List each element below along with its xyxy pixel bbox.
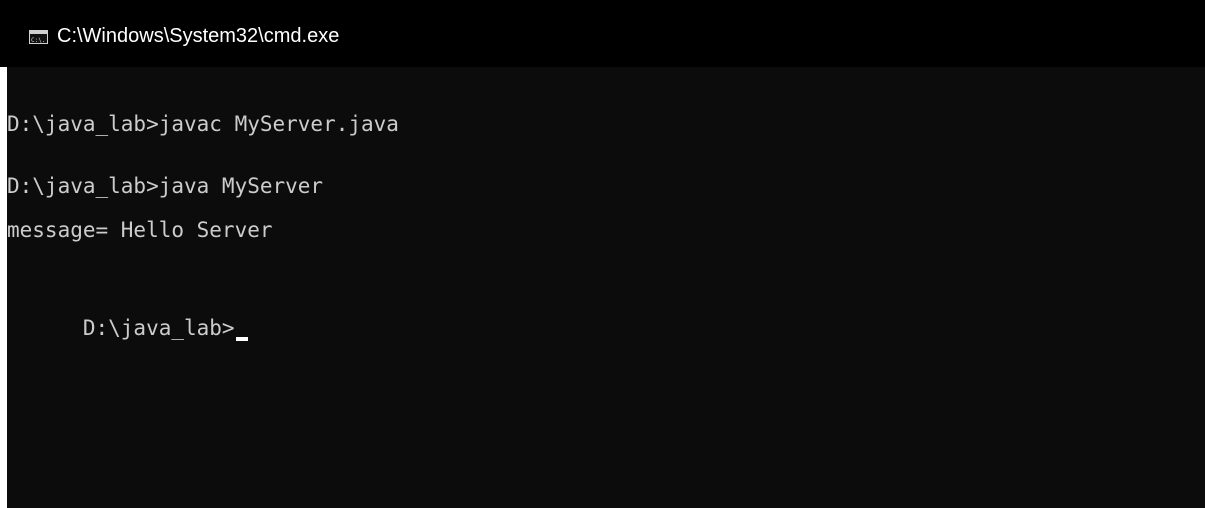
cmd-window: C:\. C:\Windows\System32\cmd.exe D:\java… xyxy=(0,0,1205,508)
console-window-icon: C:\. xyxy=(29,30,48,44)
window-title: C:\Windows\System32\cmd.exe xyxy=(57,25,340,47)
command-prompt-line[interactable]: D:\java_lab> xyxy=(7,277,248,341)
console-line-command-run: D:\java_lab>java MyServer xyxy=(7,174,324,198)
svg-text:C:\.: C:\. xyxy=(31,37,45,43)
title-bar[interactable]: C:\. C:\Windows\System32\cmd.exe xyxy=(0,0,1205,67)
text-cursor xyxy=(235,337,248,341)
console-output[interactable]: D:\java_lab>javac MyServer.java D:\java_… xyxy=(7,67,1205,508)
prompt-text: D:\java_lab> xyxy=(82,316,235,340)
console-line-command-compile: D:\java_lab>javac MyServer.java xyxy=(7,112,399,136)
console-line-output: message= Hello Server xyxy=(7,218,273,242)
